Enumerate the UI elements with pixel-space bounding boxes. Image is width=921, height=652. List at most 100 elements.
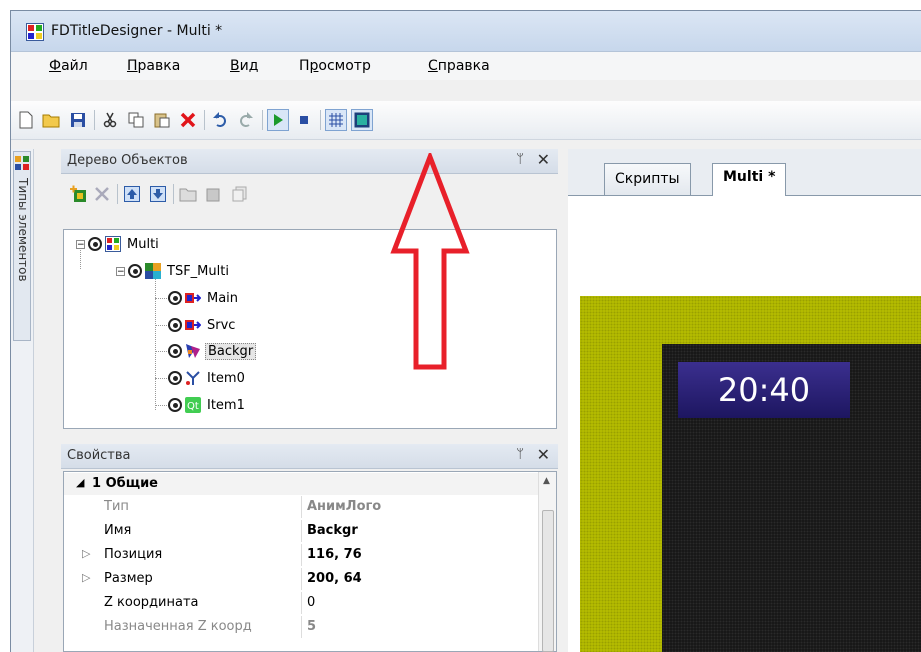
menu-help[interactable]: Справка: [428, 58, 490, 74]
tab-multi[interactable]: Multi *: [712, 163, 787, 196]
collapse-toggle[interactable]: −: [76, 240, 85, 250]
properties-scrollbar[interactable]: ▲: [538, 472, 556, 652]
visibility-eye-icon[interactable]: [88, 237, 102, 251]
property-row[interactable]: Z координата 0: [64, 592, 539, 614]
document-tabstrip: Скрипты Multi *: [568, 149, 921, 196]
pin-icon[interactable]: ᛘ: [516, 152, 524, 167]
new-button[interactable]: [15, 109, 37, 131]
play-button[interactable]: [267, 109, 289, 131]
tree-node-srvc[interactable]: Srvc: [168, 315, 237, 335]
property-grid: ◢ 1 Общие Тип АнимЛого Имя Backgr ▷ Позиция 11…: [63, 471, 557, 652]
property-row[interactable]: Имя Backgr: [64, 520, 539, 542]
delete-button[interactable]: [177, 109, 199, 131]
close-icon[interactable]: ✕: [537, 150, 550, 169]
property-key: Z координата: [104, 595, 199, 610]
property-group-row[interactable]: ◢ 1 Общие: [64, 473, 539, 495]
close-icon[interactable]: ✕: [537, 445, 550, 464]
property-value[interactable]: 116, 76: [307, 547, 362, 562]
pin-icon[interactable]: ᛘ: [516, 447, 524, 462]
open-button[interactable]: [41, 109, 63, 131]
tree-node-tsf-multi[interactable]: TSF_Multi: [128, 261, 231, 281]
property-value[interactable]: 200, 64: [307, 571, 362, 586]
visibility-eye-icon[interactable]: [128, 264, 142, 278]
property-row[interactable]: ▷ Позиция 116, 76: [64, 544, 539, 566]
property-value[interactable]: 5: [307, 619, 316, 634]
grid-toggle-button[interactable]: [325, 109, 347, 131]
save-button[interactable]: [67, 109, 89, 131]
collapse-toggle[interactable]: −: [116, 267, 125, 277]
tree-line: [155, 268, 156, 410]
add-object-button[interactable]: [67, 183, 89, 205]
menu-edit[interactable]: Правка: [127, 58, 180, 74]
property-row[interactable]: Назначенная Z коорд 5: [64, 616, 539, 638]
safe-area-toggle-button[interactable]: [351, 109, 373, 131]
visibility-eye-icon[interactable]: [168, 318, 182, 332]
property-value[interactable]: Backgr: [307, 523, 358, 538]
property-row[interactable]: Тип АнимЛого: [64, 496, 539, 518]
property-key: Позиция: [104, 547, 163, 562]
tree-node-backgr[interactable]: Backgr: [168, 341, 257, 361]
menu-preview[interactable]: Просмотр: [299, 58, 371, 74]
import-button[interactable]: [177, 183, 199, 205]
expand-triangle-icon[interactable]: ▷: [82, 547, 90, 560]
property-row[interactable]: ▷ Размер 200, 64: [64, 568, 539, 590]
object-tree: − Multi − TSF_Multi Main Srvc Backgr Ite…: [63, 229, 557, 429]
menu-view[interactable]: Вид: [230, 58, 258, 74]
menu-help-label: правка: [437, 58, 490, 74]
toolbar-separator: [173, 184, 174, 204]
property-group-label: 1 Общие: [92, 476, 158, 491]
preview-canvas[interactable]: 20:40: [568, 196, 921, 652]
animlogo-icon: [186, 344, 200, 358]
script-arrow-icon: [185, 293, 201, 303]
visibility-eye-icon[interactable]: [168, 344, 182, 358]
export-button[interactable]: [203, 183, 225, 205]
undo-button[interactable]: [209, 109, 231, 131]
visibility-eye-icon[interactable]: [168, 291, 182, 305]
scissors-icon: [103, 112, 117, 128]
title-bar[interactable]: FDTitleDesigner - Multi *: [11, 11, 921, 52]
arrow-down-icon: [150, 186, 166, 202]
move-down-button[interactable]: [147, 183, 169, 205]
remove-object-button[interactable]: [91, 183, 113, 205]
element-types-tab[interactable]: Типы элементов: [13, 151, 31, 341]
play-icon: [274, 114, 283, 126]
toolbar-separator: [320, 110, 321, 130]
tree-node-item0[interactable]: Item0: [168, 368, 247, 388]
copy-icon: [128, 112, 144, 128]
tab-scripts[interactable]: Скрипты: [604, 163, 691, 195]
paste-button[interactable]: [151, 109, 173, 131]
tree-line: [155, 351, 169, 352]
copy-button[interactable]: [125, 109, 147, 131]
visibility-eye-icon[interactable]: [168, 371, 182, 385]
script-arrow-icon: [185, 320, 201, 330]
column-separator: [301, 496, 302, 518]
property-value[interactable]: АнимЛого: [307, 499, 381, 514]
toolbar-separator: [204, 110, 205, 130]
duplicate-button[interactable]: [229, 183, 251, 205]
element-types-label: Типы элементов: [16, 178, 30, 282]
menu-file[interactable]: Файл: [49, 58, 88, 74]
property-value[interactable]: 0: [307, 595, 315, 610]
tree-node-label: Srvc: [207, 317, 236, 333]
expand-triangle-icon[interactable]: ▷: [82, 571, 90, 584]
tree-node-label: Main: [207, 290, 239, 306]
clock-widget[interactable]: 20:40: [678, 362, 850, 418]
column-separator: [301, 616, 302, 638]
scroll-thumb[interactable]: [542, 510, 554, 652]
folder-import-icon: [179, 188, 197, 202]
tree-node-main[interactable]: Main: [168, 288, 240, 308]
tree-line: [155, 378, 169, 379]
visibility-eye-icon[interactable]: [168, 398, 182, 412]
move-up-button[interactable]: [121, 183, 143, 205]
object-tree-title: Дерево Объектов: [67, 153, 188, 168]
menu-help-accel: С: [428, 58, 438, 74]
cut-button[interactable]: [99, 109, 121, 131]
collapse-triangle-icon[interactable]: ◢: [76, 476, 84, 489]
tree-node-label: Backgr: [205, 342, 257, 360]
tree-node-multi[interactable]: Multi: [88, 234, 161, 254]
redo-button[interactable]: [235, 109, 257, 131]
scroll-up-icon[interactable]: ▲: [543, 476, 550, 486]
tree-node-item1[interactable]: Qt Item1: [168, 395, 247, 415]
property-key: Назначенная Z коорд: [104, 619, 252, 634]
stop-button[interactable]: [293, 109, 315, 131]
